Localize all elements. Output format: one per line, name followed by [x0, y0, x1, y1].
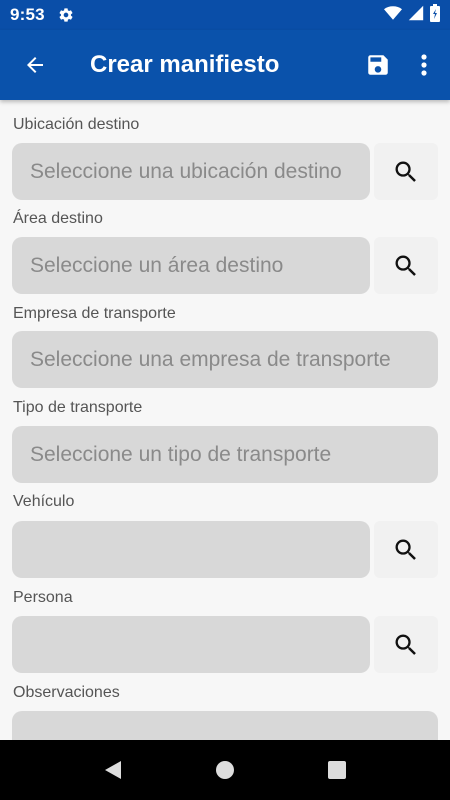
- save-button[interactable]: [360, 47, 396, 83]
- field-label: Persona: [13, 589, 73, 606]
- persona-search-button[interactable]: [374, 616, 438, 673]
- signal-icon: [408, 5, 424, 26]
- nav-home-icon: [216, 761, 234, 779]
- search-icon: [395, 161, 416, 182]
- nav-back-icon: [105, 761, 121, 779]
- search-icon: [395, 255, 416, 276]
- nav-recents-icon: [328, 761, 346, 779]
- settings-icon: [57, 6, 75, 24]
- persona-input[interactable]: [12, 616, 370, 673]
- app-bar: Crear manifiesto: [0, 30, 450, 100]
- arrow-back-icon: [27, 57, 43, 73]
- field-label: Empresa de transporte: [13, 305, 176, 322]
- tipo-transporte-input[interactable]: Seleccione un tipo de transporte: [12, 426, 438, 483]
- more-options-button[interactable]: [412, 47, 436, 83]
- system-nav-bar: [0, 740, 450, 800]
- page-title: Crear manifiesto: [90, 51, 280, 78]
- field-label: Área destino: [13, 210, 103, 227]
- field-label: Tipo de transporte: [13, 399, 143, 416]
- field-label: Ubicación destino: [13, 116, 140, 133]
- save-icon: [368, 55, 388, 75]
- nav-home-button[interactable]: [169, 740, 281, 800]
- battery-icon: [430, 3, 440, 27]
- status-bar: 9:53: [0, 0, 450, 30]
- ubicacion-destino-input[interactable]: Seleccione una ubicación destino: [12, 143, 370, 200]
- status-time: 9:53: [10, 5, 45, 24]
- field-label: Observaciones: [13, 684, 120, 701]
- ubicacion-search-button[interactable]: [374, 143, 438, 200]
- empresa-transporte-input[interactable]: Seleccione una empresa de transporte: [12, 331, 438, 388]
- area-search-button[interactable]: [374, 237, 438, 294]
- field-label: Vehículo: [13, 493, 75, 510]
- vehiculo-search-button[interactable]: [374, 521, 438, 578]
- area-destino-input[interactable]: Seleccione un área destino: [12, 237, 370, 294]
- wifi-icon: [384, 5, 402, 26]
- more-vert-icon: [421, 54, 427, 76]
- nav-back-button[interactable]: [57, 740, 169, 800]
- back-button[interactable]: [17, 47, 53, 83]
- vehiculo-input[interactable]: [12, 521, 370, 578]
- status-icons: [384, 3, 440, 27]
- manifest-form: Ubicación destino Seleccione una ubicaci…: [0, 100, 450, 740]
- search-icon: [395, 539, 416, 560]
- nav-recents-button[interactable]: [281, 740, 393, 800]
- search-icon: [395, 634, 416, 655]
- observaciones-input[interactable]: [12, 711, 438, 740]
